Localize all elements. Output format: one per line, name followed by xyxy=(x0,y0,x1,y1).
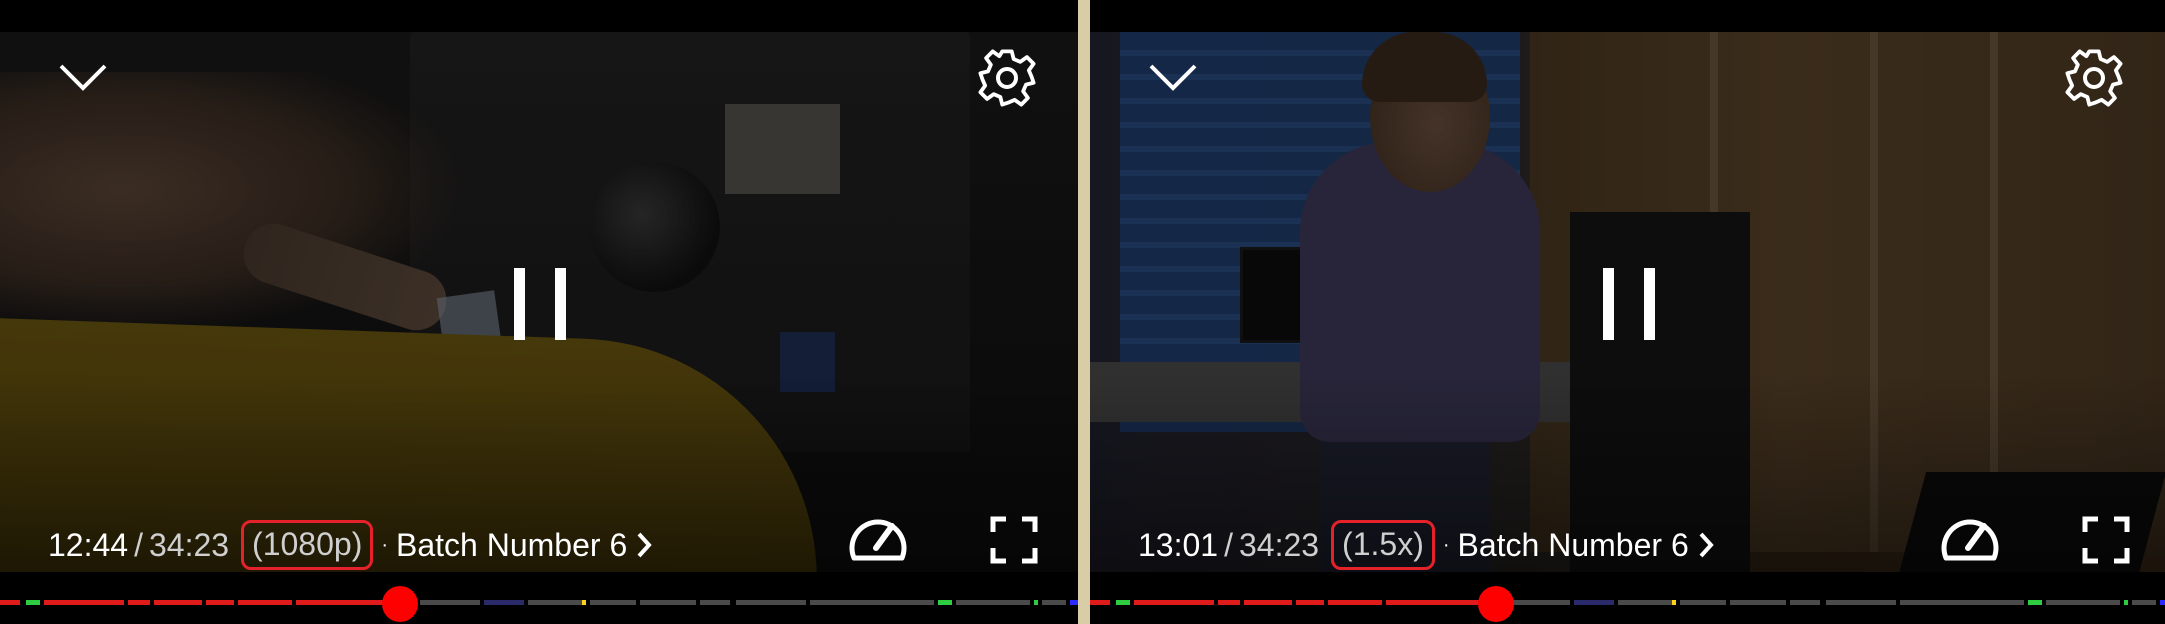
pause-icon[interactable] xyxy=(1599,268,1659,340)
gear-icon[interactable] xyxy=(974,45,1040,111)
speedometer-icon[interactable] xyxy=(1938,512,2002,566)
speedometer-icon[interactable] xyxy=(846,512,910,566)
video-player-right[interactable]: 13:01 / 34:23 (1.5x) · Batch Number 6 xyxy=(1090,0,2165,624)
chevron-down-icon[interactable] xyxy=(55,56,111,96)
chevron-down-icon[interactable] xyxy=(1145,56,1201,96)
progress-bar[interactable] xyxy=(1090,600,2165,608)
pause-icon[interactable] xyxy=(510,268,570,340)
total-time: 34:23 xyxy=(1238,526,1320,563)
speed-tag: (1.5x) xyxy=(1331,520,1435,570)
chevron-right-icon[interactable] xyxy=(1697,531,1715,559)
panel-divider xyxy=(1078,0,1090,624)
progress-bar[interactable] xyxy=(0,600,1078,608)
episode-title-link[interactable]: Batch Number 6 xyxy=(1458,527,1689,564)
video-player-left[interactable]: 12:44 / 34:23 (1080p) · Batch Number 6 xyxy=(0,0,1078,624)
time-separator: / xyxy=(134,526,143,563)
chevron-right-icon[interactable] xyxy=(635,531,653,559)
fullscreen-icon[interactable] xyxy=(2082,516,2130,564)
dot-separator: · xyxy=(381,533,389,556)
quality-tag: (1080p) xyxy=(241,520,374,570)
video-info-row: 12:44 / 34:23 (1080p) · Batch Number 6 xyxy=(48,520,653,570)
current-time: 12:44 xyxy=(48,526,129,563)
video-info-row: 13:01 / 34:23 (1.5x) · Batch Number 6 xyxy=(1138,520,1715,570)
total-time: 34:23 xyxy=(148,526,230,563)
fullscreen-icon[interactable] xyxy=(990,516,1038,564)
gear-icon[interactable] xyxy=(2061,45,2127,111)
episode-title-link[interactable]: Batch Number 6 xyxy=(396,527,627,564)
dot-separator: · xyxy=(1442,533,1450,556)
scrubber-handle[interactable] xyxy=(382,586,418,622)
scrubber-handle[interactable] xyxy=(1478,586,1514,622)
current-time: 13:01 xyxy=(1138,526,1219,563)
time-separator: / xyxy=(1224,526,1233,563)
